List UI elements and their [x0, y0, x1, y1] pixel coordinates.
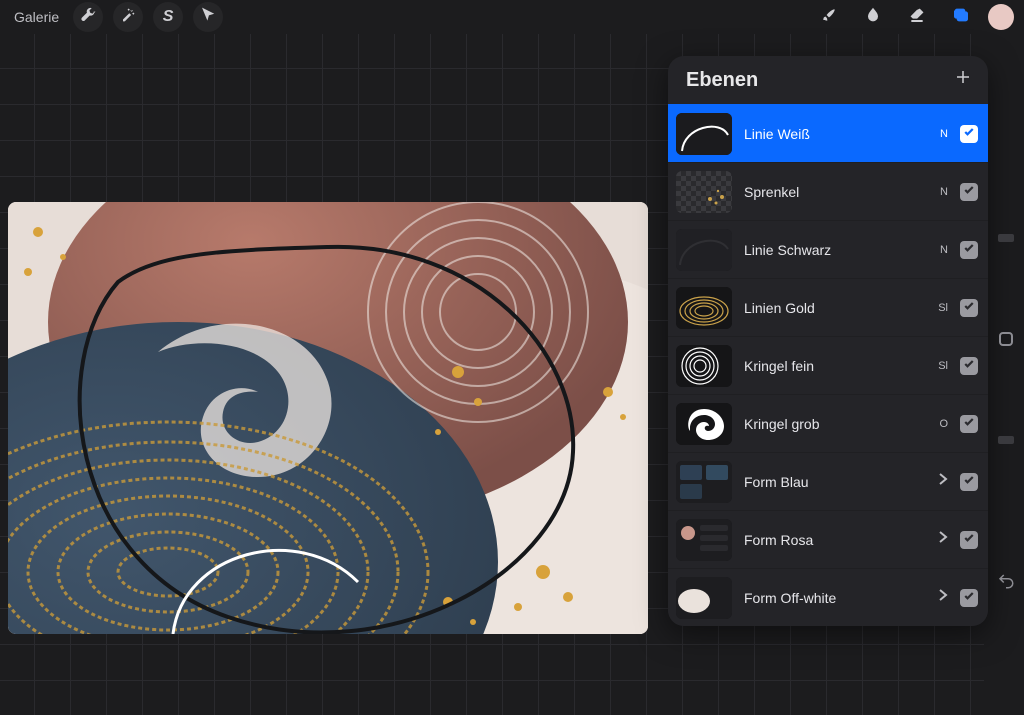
layer-thumbnail — [676, 577, 732, 619]
check-icon — [963, 125, 975, 143]
check-icon — [963, 299, 975, 317]
actions-button[interactable] — [73, 2, 103, 32]
layer-visibility-checkbox[interactable] — [960, 473, 978, 491]
layer-visibility-checkbox[interactable] — [960, 589, 978, 607]
check-icon — [963, 183, 975, 201]
wand-icon — [120, 7, 136, 28]
layer-row[interactable]: Linie Weiß N — [668, 104, 988, 162]
transform-button[interactable] — [193, 2, 223, 32]
brush-size-slider[interactable] — [998, 234, 1014, 242]
layer-thumbnail — [676, 229, 732, 271]
cursor-icon — [200, 7, 216, 28]
layer-blend-label[interactable]: N — [930, 244, 948, 256]
group-expand-button[interactable] — [930, 588, 948, 607]
layer-visibility-checkbox[interactable] — [960, 299, 978, 317]
layer-blend-label[interactable]: Sl — [930, 360, 948, 372]
layer-name-label: Linien Gold — [744, 300, 918, 316]
layer-name-label: Sprenkel — [744, 184, 918, 200]
canvas[interactable] — [8, 202, 648, 634]
undo-icon — [997, 577, 1015, 594]
layer-row[interactable]: Form Off-white — [668, 568, 988, 626]
layer-blend-label[interactable]: Sl — [930, 302, 948, 314]
layer-thumbnail — [676, 113, 732, 155]
check-icon — [963, 241, 975, 259]
layer-visibility-checkbox[interactable] — [960, 357, 978, 375]
add-layer-button[interactable] — [954, 68, 972, 92]
layer-name-label: Kringel fein — [744, 358, 918, 374]
smudge-icon — [865, 7, 881, 28]
check-icon — [963, 531, 975, 549]
selection-button[interactable]: S — [153, 2, 183, 32]
layer-thumbnail — [676, 461, 732, 503]
layer-row[interactable]: Linien Gold Sl — [668, 278, 988, 336]
group-expand-button[interactable] — [930, 472, 948, 491]
layers-panel: Ebenen Linie WeißNSprenkelNLinie Schwarz… — [668, 56, 988, 626]
adjustments-button[interactable] — [113, 2, 143, 32]
layer-name-label: Linie Weiß — [744, 126, 918, 142]
layer-visibility-checkbox[interactable] — [960, 241, 978, 259]
layer-visibility-checkbox[interactable] — [960, 125, 978, 143]
wrench-icon — [80, 7, 96, 28]
layer-visibility-checkbox[interactable] — [960, 531, 978, 549]
layer-thumbnail — [676, 345, 732, 387]
layers-tool-button[interactable] — [944, 2, 978, 32]
layer-name-label: Kringel grob — [744, 416, 918, 432]
layers-list: Linie Weiß N Sprenkel N Linie Schwarz N Linien… — [668, 104, 988, 626]
layer-row[interactable]: Form Blau — [668, 452, 988, 510]
layer-thumbnail — [676, 519, 732, 561]
chevron-right-icon — [938, 588, 948, 607]
gallery-label: Galerie — [14, 9, 59, 25]
layer-thumbnail — [676, 403, 732, 445]
layer-blend-label[interactable]: O — [930, 418, 948, 430]
layer-blend-label[interactable]: N — [930, 128, 948, 140]
check-icon — [963, 357, 975, 375]
layers-icon — [953, 7, 969, 28]
modify-button[interactable] — [999, 332, 1013, 346]
layer-visibility-checkbox[interactable] — [960, 415, 978, 433]
top-toolbar: Galerie S — [0, 0, 1024, 34]
eraser-tool-button[interactable] — [900, 2, 934, 32]
chevron-right-icon — [938, 472, 948, 491]
layer-name-label: Form Rosa — [744, 532, 918, 548]
layer-thumbnail — [676, 171, 732, 213]
layer-name-label: Linie Schwarz — [744, 242, 918, 258]
layer-row[interactable]: Kringel grob O — [668, 394, 988, 452]
layer-thumbnail — [676, 287, 732, 329]
check-icon — [963, 589, 975, 607]
layer-visibility-checkbox[interactable] — [960, 183, 978, 201]
layer-blend-label[interactable]: N — [930, 186, 948, 198]
artwork — [8, 202, 648, 634]
group-expand-button[interactable] — [930, 530, 948, 549]
check-icon — [963, 415, 975, 433]
layer-name-label: Form Off-white — [744, 590, 918, 606]
brush-tool-button[interactable] — [812, 2, 846, 32]
side-rail — [988, 34, 1024, 715]
layer-row[interactable]: Form Rosa — [668, 510, 988, 568]
plus-icon — [954, 69, 972, 91]
layer-name-label: Form Blau — [744, 474, 918, 490]
brush-icon — [821, 7, 837, 28]
layer-row[interactable]: Sprenkel N — [668, 162, 988, 220]
chevron-right-icon — [938, 530, 948, 549]
selection-s-icon: S — [163, 8, 174, 26]
layers-panel-title: Ebenen — [686, 69, 758, 92]
undo-button[interactable] — [997, 572, 1015, 595]
gallery-button[interactable]: Galerie — [10, 2, 63, 32]
color-swatch-button[interactable] — [988, 4, 1014, 30]
layer-row[interactable]: Kringel fein Sl — [668, 336, 988, 394]
brush-opacity-slider[interactable] — [998, 436, 1014, 444]
layer-row[interactable]: Linie Schwarz N — [668, 220, 988, 278]
check-icon — [963, 473, 975, 491]
eraser-icon — [909, 7, 925, 28]
smudge-tool-button[interactable] — [856, 2, 890, 32]
